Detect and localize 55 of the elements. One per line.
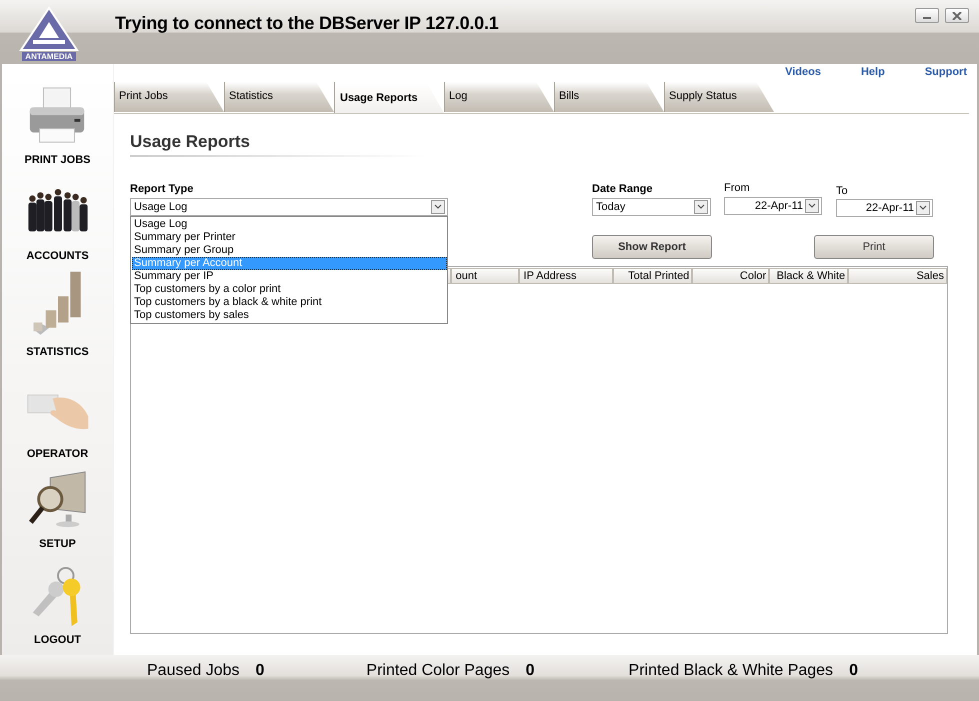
sidebar-label[interactable]: LOGOUT — [34, 634, 82, 646]
show-report-button[interactable]: Show Report — [592, 235, 712, 259]
column-header[interactable]: Color — [692, 268, 770, 284]
column-header[interactable]: Sales — [848, 268, 947, 284]
dropdown-option[interactable]: Summary per IP — [132, 270, 447, 283]
header-link[interactable]: Videos — [785, 66, 821, 82]
status-label: Printed Color Pages — [366, 662, 510, 680]
sidebar-label[interactable]: STATISTICS — [26, 346, 89, 358]
close-icon — [952, 12, 962, 20]
tab[interactable]: Bills — [554, 82, 664, 112]
status-label: Printed Black & White Pages — [628, 662, 834, 680]
field-label: Date Range — [592, 183, 654, 197]
dropdown-option[interactable]: Usage Log — [132, 218, 447, 231]
header-link[interactable]: Support — [924, 66, 967, 82]
dropdown-option[interactable]: Summary per Group — [132, 244, 447, 257]
dropdown-option[interactable]: Top customers by a color print — [132, 283, 447, 296]
tab[interactable]: Log — [444, 82, 554, 112]
status-value: 0 — [256, 662, 264, 680]
page-title: Usage Reports — [130, 132, 430, 157]
caret-icon — [431, 200, 445, 214]
window-title: Trying to connect to the DBServer IP 127.0.0.1 — [115, 13, 499, 34]
caret-icon — [916, 201, 930, 215]
tab[interactable]: Usage Reports — [334, 82, 444, 113]
status-value: 0 — [849, 662, 858, 680]
report-type-dropdown[interactable]: Usage Log — [130, 198, 448, 216]
sidebar-label[interactable]: OPERATOR — [26, 448, 88, 460]
sidebar-label[interactable]: SETUP — [39, 538, 76, 550]
print-button[interactable]: Print — [814, 235, 934, 259]
to-date-picker[interactable]: 22-Apr-11 — [836, 199, 933, 217]
sidebar-label[interactable]: PRINT JOBS — [24, 154, 90, 166]
date-range-dropdown[interactable]: Today — [592, 198, 711, 216]
status-value: 0 — [526, 662, 535, 680]
logo-icon — [19, 6, 79, 52]
field-label: To — [836, 185, 849, 198]
column-header[interactable]: IP Address — [518, 268, 614, 284]
tab[interactable]: Print Jobs — [114, 82, 224, 112]
dropdown-option[interactable]: Top customers by sales — [132, 309, 447, 322]
minimize-button[interactable] — [915, 8, 939, 23]
caret-icon — [694, 200, 708, 214]
sidebar-label[interactable]: ACCOUNTS — [26, 250, 89, 262]
tab[interactable]: Statistics — [224, 82, 334, 112]
dropdown-option[interactable]: Top customers by a black & white print — [132, 296, 447, 309]
from-date-picker[interactable]: 22-Apr-11 — [724, 197, 822, 215]
dropdown-option[interactable]: Summary per Printer — [132, 231, 447, 244]
close-button[interactable] — [945, 8, 969, 23]
header-link[interactable]: Help — [860, 66, 885, 82]
field-label: Report Type — [130, 183, 194, 197]
field-label: From — [724, 182, 751, 196]
status-label: Paused Jobs — [147, 662, 240, 680]
caret-icon — [805, 199, 819, 213]
column-header[interactable]: Black & White — [769, 268, 848, 284]
column-header[interactable]: Total Printed — [613, 268, 692, 284]
column-header[interactable]: ount — [450, 268, 519, 284]
tab[interactable]: Supply Status — [664, 82, 774, 112]
logo-text: ANTAMEDIA — [22, 52, 76, 61]
